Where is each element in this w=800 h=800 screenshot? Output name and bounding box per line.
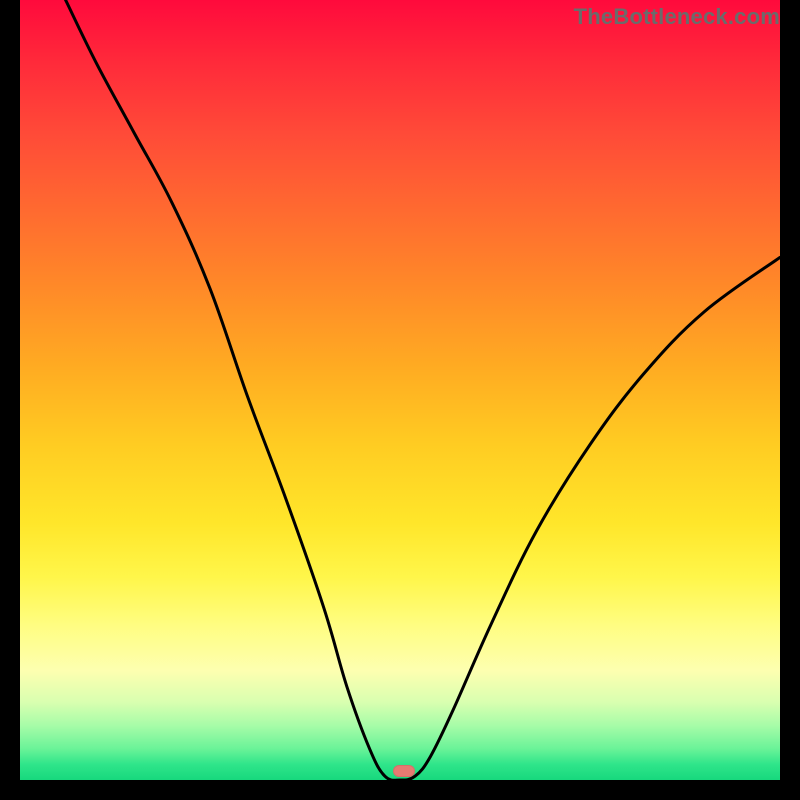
optimal-point-marker [393, 765, 415, 777]
watermark-text: TheBottleneck.com [574, 4, 780, 30]
bottleneck-curve [20, 0, 780, 780]
plot-area [20, 0, 780, 780]
chart-frame: TheBottleneck.com [0, 0, 800, 800]
